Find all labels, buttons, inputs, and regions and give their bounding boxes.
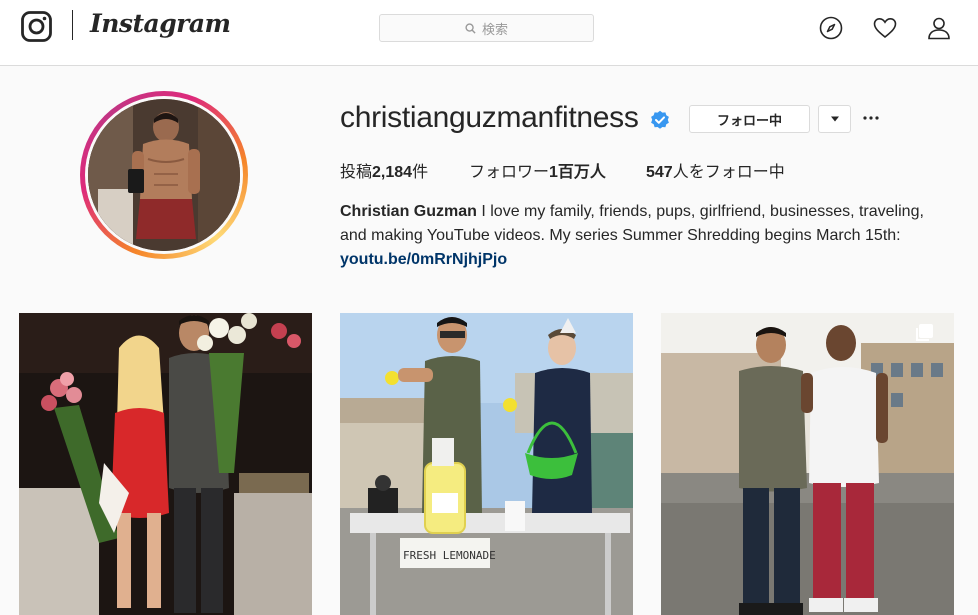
- activity-heart-icon[interactable]: [873, 16, 897, 40]
- posts-prefix: 投稿: [340, 164, 373, 181]
- profile-avatar-story-ring[interactable]: [80, 91, 248, 259]
- verified-badge-icon: [650, 110, 670, 130]
- avatar: [88, 99, 240, 251]
- caret-down-icon: [830, 116, 839, 122]
- search-input[interactable]: 検索: [379, 14, 594, 42]
- followers-prefix: フォロワー: [469, 164, 550, 181]
- profile-bio: Christian Guzman I love my family, frien…: [340, 200, 945, 272]
- following-count: 547: [646, 164, 673, 181]
- posts-count-stat: 投稿2,184件: [340, 158, 428, 182]
- search-placeholder: 検索: [481, 21, 508, 37]
- following-button[interactable]: フォロー中: [689, 105, 810, 133]
- logo-divider: [72, 10, 73, 40]
- suggested-accounts-dropdown-button[interactable]: [818, 105, 851, 133]
- profile-username: christianguzmanfitness: [340, 101, 639, 134]
- profile-person-icon[interactable]: [927, 16, 951, 40]
- posts-suffix: 件: [412, 164, 429, 181]
- more-options-button[interactable]: [860, 107, 882, 129]
- post-thumbnail-3[interactable]: [661, 313, 954, 615]
- ellipsis-icon: [863, 116, 879, 120]
- profile-full-name: Christian Guzman: [340, 203, 477, 220]
- instagram-camera-icon[interactable]: [21, 11, 52, 42]
- followers-count: 1百万人: [549, 164, 606, 181]
- posts-count: 2,184: [372, 164, 413, 181]
- fresh-lemonade-sign: FRESH LEMONADE: [403, 549, 496, 562]
- search-icon: [465, 22, 476, 34]
- multiple-images-icon: [914, 323, 934, 343]
- instagram-wordmark-logo[interactable]: Instagram: [90, 9, 231, 38]
- explore-compass-icon[interactable]: [819, 16, 843, 40]
- followers-count-stat[interactable]: フォロワー1百万人: [469, 158, 606, 182]
- following-suffix: 人をフォロー中: [672, 164, 785, 181]
- bio-external-link[interactable]: youtu.be/0mRrNjhjPjo: [340, 251, 507, 268]
- top-navigation-bar: Instagram 検索: [0, 0, 978, 66]
- following-count-stat[interactable]: 547人をフォロー中: [646, 158, 785, 182]
- post-thumbnail-2[interactable]: FRESH LEMONADE: [340, 313, 633, 615]
- post-thumbnail-1[interactable]: [19, 313, 312, 615]
